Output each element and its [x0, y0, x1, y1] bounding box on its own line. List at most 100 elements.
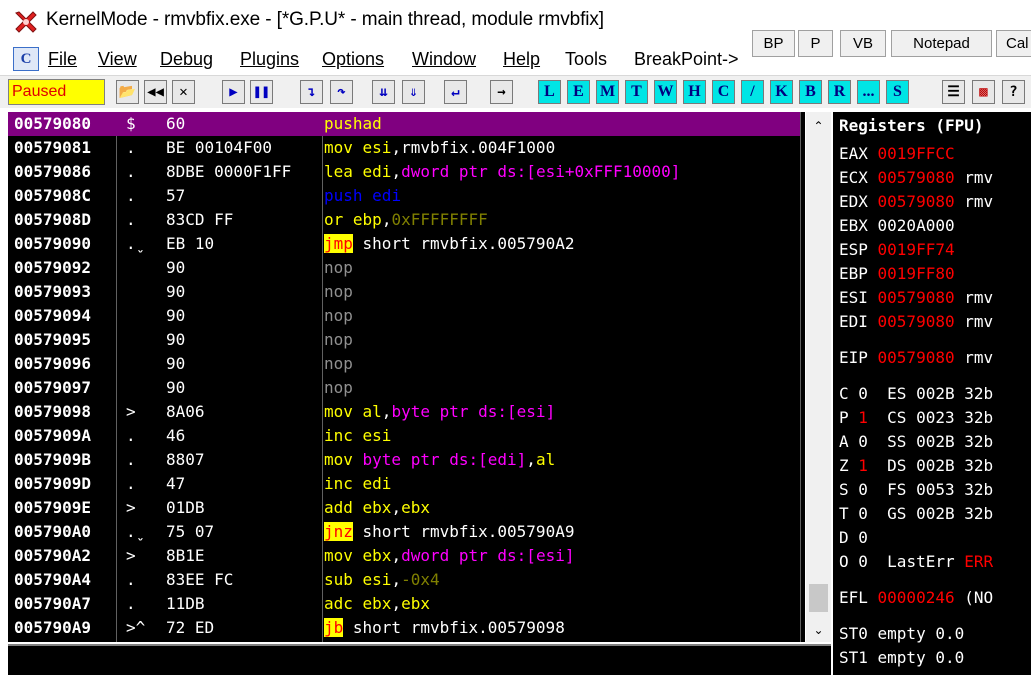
- disasm-row[interactable]: 00579095 90 nop: [8, 328, 805, 352]
- breakpoints-button[interactable]: B: [799, 80, 822, 104]
- run-icon[interactable]: ▶: [222, 80, 245, 104]
- references-button[interactable]: R: [828, 80, 851, 104]
- step-into-icon[interactable]: ↴: [300, 80, 323, 104]
- cpu-button[interactable]: C: [712, 80, 735, 104]
- execute-till-return-icon[interactable]: ↵: [444, 80, 467, 104]
- disasm-row[interactable]: 00579098 >8A06 mov al,byte ptr ds:[esi]: [8, 400, 805, 424]
- modules-window-button[interactable]: E: [567, 80, 590, 104]
- source-button[interactable]: S: [886, 80, 909, 104]
- flag-row[interactable]: O 0 LastErr ERR: [839, 550, 993, 574]
- disasm-row[interactable]: 00579086. 8DBE 0000F1FF lea edi,dword ptr …: [8, 160, 805, 184]
- register-row-ebp[interactable]: EBP 0019FF80: [839, 262, 955, 286]
- vb-button[interactable]: VB: [840, 30, 886, 57]
- call-stack-button[interactable]: K: [770, 80, 793, 104]
- flag-row[interactable]: T 0 GS 002B 32b: [839, 502, 993, 526]
- menu-file[interactable]: File: [48, 49, 77, 70]
- cpu-window-button[interactable]: C: [13, 47, 39, 71]
- register-row-ecx[interactable]: ECX 00579080 rmv: [839, 166, 993, 190]
- register-row-esi[interactable]: ESI 00579080 rmv: [839, 286, 993, 310]
- disasm-row[interactable]: 0057909E >01DB add ebx,ebx: [8, 496, 805, 520]
- address-cell: 00579086: [14, 162, 92, 181]
- notepad-button[interactable]: Notepad: [891, 30, 992, 57]
- scroll-thumb[interactable]: [809, 584, 828, 612]
- address-cell: 0057909B: [14, 450, 92, 469]
- bp-button[interactable]: BP: [752, 30, 795, 57]
- flag-row[interactable]: P 1 CS 0023 32b: [839, 406, 993, 430]
- menu-options[interactable]: Options: [322, 49, 384, 70]
- patches-window-button[interactable]: /: [741, 80, 764, 104]
- register-row-eip[interactable]: EIP 00579080 rmv: [839, 346, 993, 370]
- menu-plugins[interactable]: Plugins: [240, 49, 299, 70]
- disasm-row[interactable]: 0057909A. 46 inc esi: [8, 424, 805, 448]
- disasm-row[interactable]: 00579080 $60 pushad: [8, 112, 805, 136]
- threads-window-button[interactable]: T: [625, 80, 648, 104]
- scroll-down-icon[interactable]: ⌄: [806, 618, 831, 642]
- menu-breakpoint[interactable]: BreakPoint->: [634, 49, 739, 70]
- flag-row[interactable]: C 0 ES 002B 32b: [839, 382, 993, 406]
- menu-view[interactable]: View: [98, 49, 137, 70]
- disasm-row[interactable]: 00579090 .ˬ EB 10 jmp short rmvbfix.005790A…: [8, 232, 805, 256]
- register-row-ebx[interactable]: EBX 0020A000: [839, 214, 955, 238]
- flag-row[interactable]: D 0: [839, 526, 868, 550]
- registers-pane[interactable]: Registers (FPU) EAX 0019FFCC ECX 00579080…: [833, 112, 1031, 675]
- disasm-row[interactable]: 00579093 90 nop: [8, 280, 805, 304]
- pause-icon[interactable]: ❚❚: [250, 80, 273, 104]
- close-icon[interactable]: ✕: [172, 80, 195, 104]
- run-trace-button[interactable]: ...: [857, 80, 880, 104]
- fpu-row[interactable]: ST1 empty 0.0: [839, 646, 964, 670]
- flag-row[interactable]: S 0 FS 0053 32b: [839, 478, 993, 502]
- instruction-cell: nop: [324, 280, 794, 304]
- disasm-row[interactable]: 00579081. BE 00104F00 mov esi,rmvbfix.004F…: [8, 136, 805, 160]
- register-row-edi[interactable]: EDI 00579080 rmv: [839, 310, 993, 334]
- disasm-row[interactable]: 00579096 90 nop: [8, 352, 805, 376]
- go-to-address-icon[interactable]: →: [490, 80, 513, 104]
- fpu-row[interactable]: ST0 empty 0.0: [839, 622, 964, 646]
- hex-dump-cell: 46: [166, 426, 186, 445]
- disasm-row[interactable]: 0057908C. 57 push edi: [8, 184, 805, 208]
- disasm-row[interactable]: 00579092 90 nop: [8, 256, 805, 280]
- flag-row[interactable]: Z 1 DS 002B 32b: [839, 454, 993, 478]
- disasm-row[interactable]: 0057909D. 47 inc edi: [8, 472, 805, 496]
- p-button[interactable]: P: [798, 30, 833, 57]
- windows-window-button[interactable]: W: [654, 80, 677, 104]
- trace-over-icon[interactable]: ⇓: [402, 80, 425, 104]
- register-row-edx[interactable]: EDX 00579080 rmv: [839, 190, 993, 214]
- menu-window[interactable]: Window: [412, 49, 476, 70]
- register-row-eax[interactable]: EAX 0019FFCC: [839, 142, 955, 166]
- disasm-row[interactable]: 00579094 90 nop: [8, 304, 805, 328]
- disasm-row[interactable]: 005790A4. 83EE FC sub esi,-0x4: [8, 568, 805, 592]
- step-over-icon[interactable]: ↷: [330, 80, 353, 104]
- handles-window-button[interactable]: H: [683, 80, 706, 104]
- trace-into-icon[interactable]: ⇊: [372, 80, 395, 104]
- registers-title[interactable]: Registers (FPU): [839, 116, 984, 135]
- disasm-row[interactable]: 005790A0 .ˬ 75 07 jnz short rmvbfix.005790A…: [8, 520, 805, 544]
- log-window-button[interactable]: L: [538, 80, 561, 104]
- menu-tools[interactable]: Tools: [565, 49, 607, 70]
- appearance-icon[interactable]: ▩: [972, 80, 995, 104]
- disassembly-pane[interactable]: 00579080 $60 pushad 00579081. BE 00104F00 mov…: [8, 112, 805, 642]
- disasm-row[interactable]: 0057909B. 8807 mov byte ptr ds:[edi],al: [8, 448, 805, 472]
- menu-help[interactable]: Help: [503, 49, 540, 70]
- jump-marker-cell: .ˬ: [126, 234, 146, 253]
- disassembly-scrollbar[interactable]: ⌃ ⌄: [806, 112, 831, 642]
- calc-button[interactable]: Cal: [996, 30, 1031, 57]
- disasm-row[interactable]: 005790A9 >^ 72 ED jb short rmvbfix.00579098: [8, 616, 805, 640]
- list-icon[interactable]: ☰: [942, 80, 965, 104]
- help-icon[interactable]: ?: [1002, 80, 1025, 104]
- efl-row[interactable]: EFL 00000246 (NO: [839, 586, 993, 610]
- hex-dump-cell: 90: [166, 306, 186, 325]
- disasm-row[interactable]: 0057908D. 83CD FF or ebp,0xFFFFFFFF: [8, 208, 805, 232]
- register-row-esp[interactable]: ESP 0019FF74: [839, 238, 955, 262]
- open-file-icon[interactable]: 📂: [116, 80, 139, 104]
- jump-marker-cell: >: [126, 498, 136, 517]
- fpu-register-name: ST1: [839, 648, 878, 667]
- memory-window-button[interactable]: M: [596, 80, 619, 104]
- fpu-register-name: ST0: [839, 624, 878, 643]
- disasm-row[interactable]: 005790A7. 11DB adc ebx,ebx: [8, 592, 805, 616]
- disasm-row[interactable]: 00579097 90 nop: [8, 376, 805, 400]
- scroll-up-icon[interactable]: ⌃: [806, 114, 831, 138]
- menu-debug[interactable]: Debug: [160, 49, 213, 70]
- rewind-icon[interactable]: ◀◀: [144, 80, 167, 104]
- disasm-row[interactable]: 005790A2 >8B1E mov ebx,dword ptr ds:[esi]: [8, 544, 805, 568]
- flag-row[interactable]: A 0 SS 002B 32b: [839, 430, 993, 454]
